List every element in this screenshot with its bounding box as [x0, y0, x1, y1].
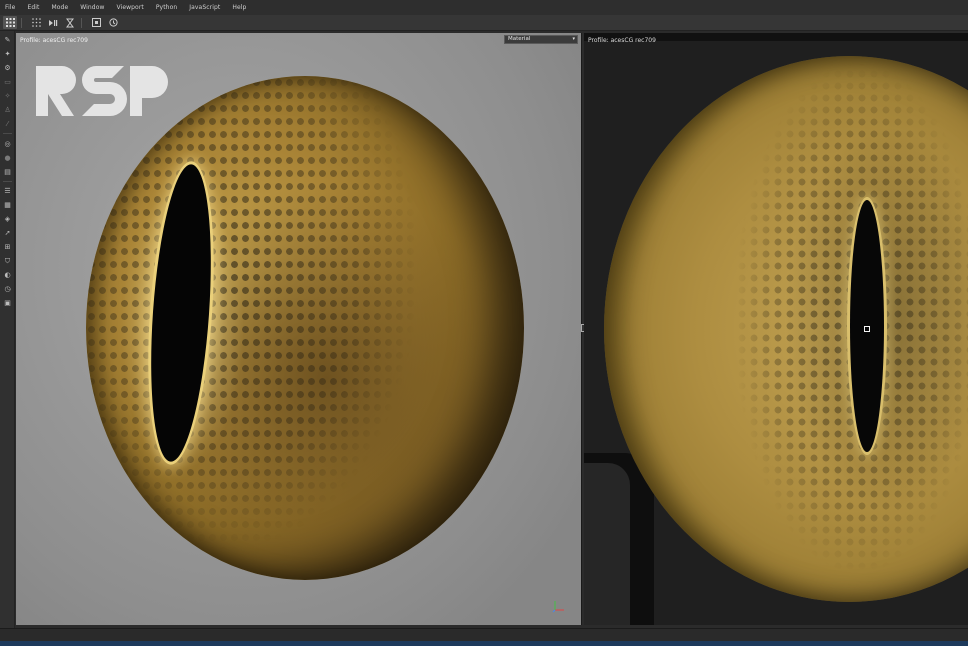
eye-render-right [604, 56, 968, 602]
layers-stack-icon[interactable]: ◈ [2, 214, 13, 224]
status-bar [0, 628, 968, 646]
dropper-icon[interactable]: ⁄ [2, 119, 13, 129]
rsp-logo [36, 66, 168, 118]
menu-mode[interactable]: Mode [51, 4, 68, 11]
document-icon[interactable]: ▤ [2, 167, 13, 177]
pin-icon[interactable]: ✦ [2, 49, 13, 59]
left-tool-strip: ✎ ✦ ⚙ ▭ ✧ ♙ ⁄ ◎ ● ▤ ☰ ▦ ◈ ➚ ⊞ ⛉ ◐ ◷ ▣ [0, 31, 15, 628]
toolbar [0, 15, 968, 31]
iris-speckles [604, 56, 968, 602]
axis-gizmo-icon [552, 601, 564, 613]
globe-icon[interactable]: ◐ [2, 270, 13, 280]
stamp-icon[interactable]: ♙ [2, 105, 13, 115]
menu-bar: File Edit Mode Window Viewport Python Ja… [0, 0, 968, 15]
menu-javascript[interactable]: JavaScript [189, 4, 220, 11]
circle-icon[interactable]: ● [2, 153, 13, 163]
pin-icon[interactable]: ✧ [2, 91, 13, 101]
toolbar-divider [21, 17, 22, 28]
viewport-left[interactable]: Profile: acesCG rec709 Material ▾ [16, 33, 582, 625]
rocket-icon[interactable]: ➚ [2, 228, 13, 238]
tool-divider [3, 181, 12, 182]
background-geometry [584, 463, 630, 625]
screen-icon[interactable]: ▭ [2, 77, 13, 87]
tool-divider [3, 133, 12, 134]
panel-icon[interactable]: ▣ [2, 298, 13, 308]
color-profile-label: Profile: acesCG rec709 [20, 37, 88, 44]
pivot-marker[interactable] [864, 326, 870, 332]
menu-help[interactable]: Help [232, 4, 246, 11]
target-icon[interactable]: ◎ [2, 139, 13, 149]
brush-icon[interactable]: ✎ [2, 35, 13, 45]
grid-icon[interactable]: ⊞ [2, 242, 13, 252]
hourglass-icon[interactable] [63, 16, 77, 29]
color-profile-label: Profile: acesCG rec709 [588, 37, 656, 44]
toolbar-divider [81, 17, 82, 28]
chevron-down-icon: ▾ [572, 36, 575, 42]
menu-file[interactable]: File [5, 4, 15, 11]
menu-edit[interactable]: Edit [27, 4, 39, 11]
frame-icon[interactable] [89, 16, 103, 29]
dots-grid-icon[interactable] [29, 16, 43, 29]
grid-icon[interactable] [3, 16, 17, 29]
material-select[interactable]: Material ▾ [504, 35, 578, 44]
menu-python[interactable]: Python [156, 4, 177, 11]
layers-icon[interactable]: ☰ [2, 186, 13, 196]
viewport-right[interactable]: Profile: acesCG rec709 [584, 33, 968, 625]
shield-icon[interactable]: ⛉ [2, 256, 13, 266]
history-icon[interactable] [106, 16, 120, 29]
menu-viewport[interactable]: Viewport [117, 4, 144, 11]
layers-icon[interactable]: ▦ [2, 200, 13, 210]
clock-icon[interactable]: ◷ [2, 284, 13, 294]
app-window: File Edit Mode Window Viewport Python Ja… [0, 0, 968, 646]
material-select-value: Material [508, 36, 531, 42]
menu-window[interactable]: Window [80, 4, 104, 11]
gear-icon[interactable]: ⚙ [2, 63, 13, 73]
step-icon[interactable] [46, 16, 60, 29]
status-accent-bar [0, 641, 968, 646]
